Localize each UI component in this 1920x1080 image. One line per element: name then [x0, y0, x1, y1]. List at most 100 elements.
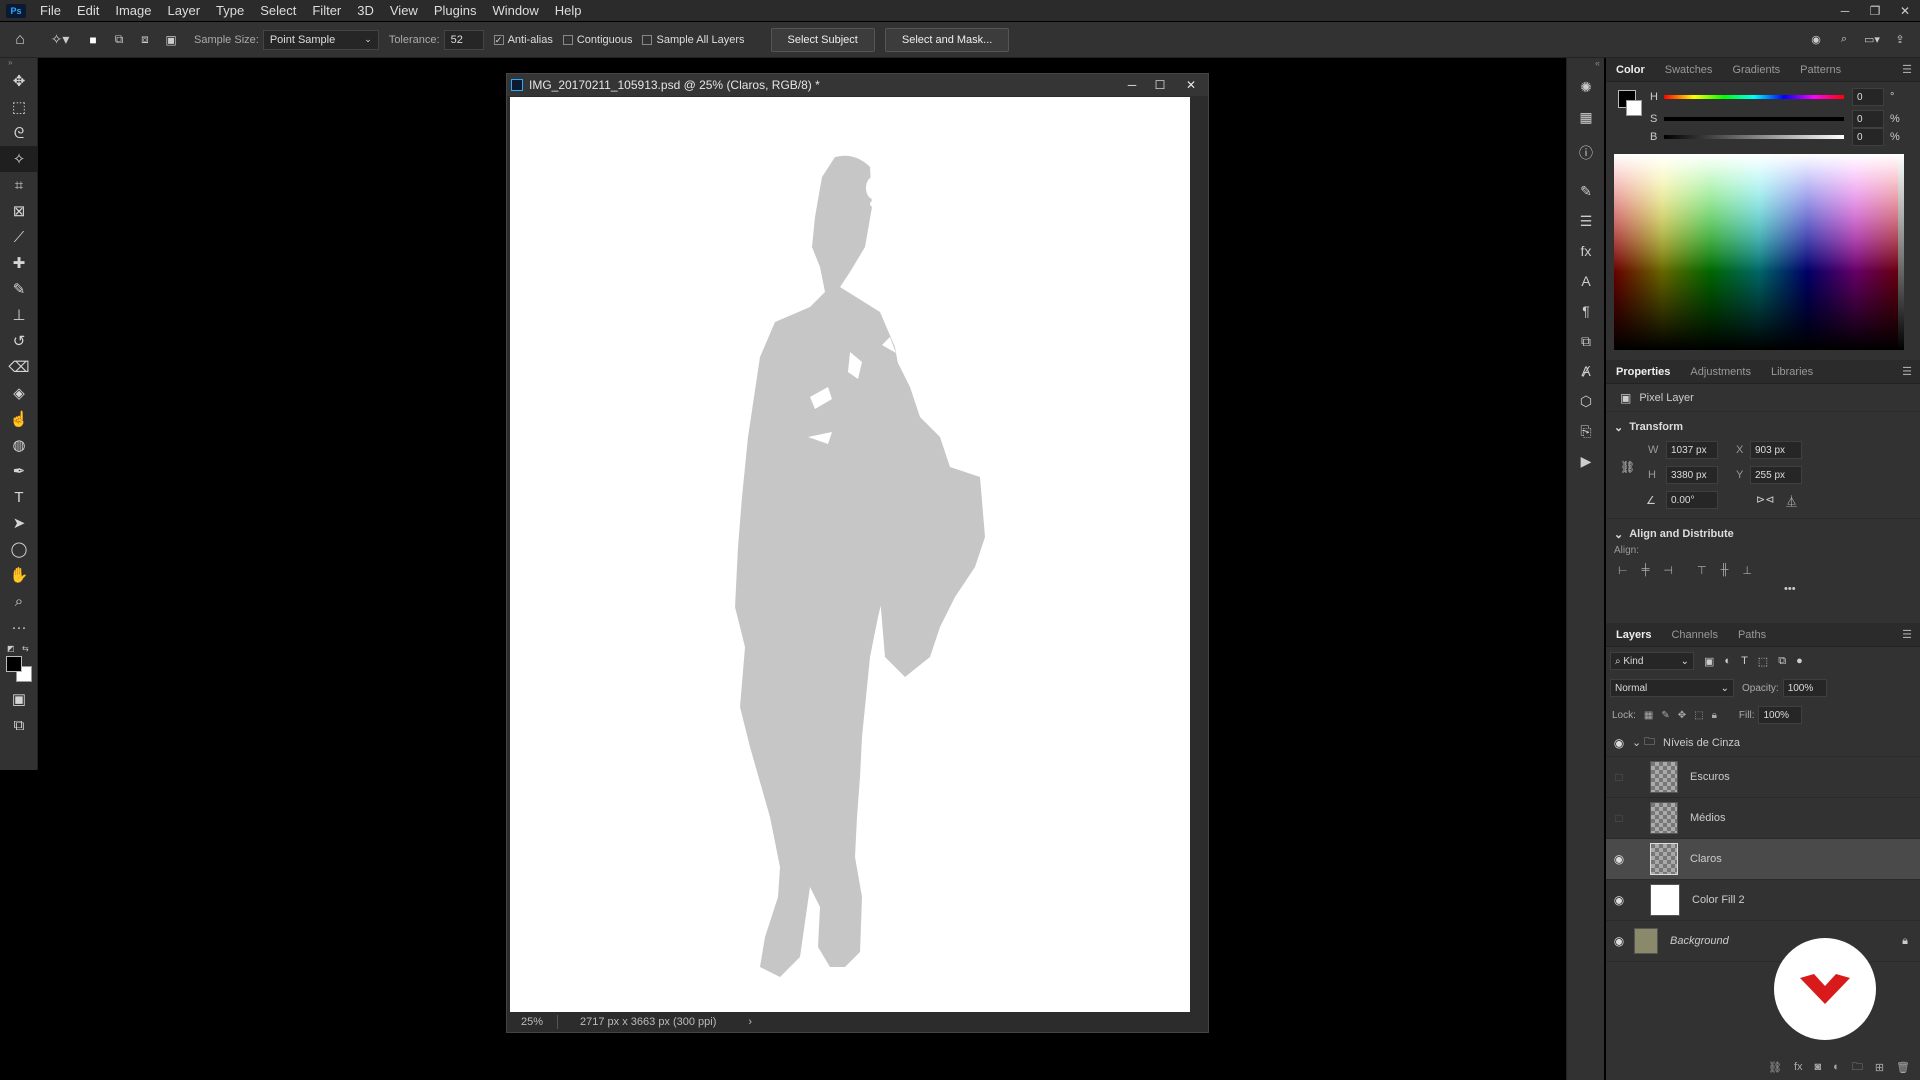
filter-adjustment-icon[interactable]: ◐	[1724, 655, 1731, 667]
menu-file[interactable]: File	[32, 3, 69, 18]
lock-pixels-icon[interactable]: ✎	[1661, 710, 1669, 721]
adjustment-layer-icon[interactable]: ◐	[1833, 1061, 1840, 1073]
frame-tool-icon[interactable]: ⊠	[0, 198, 38, 224]
sample-all-layers-checkbox[interactable]: Sample All Layers	[642, 34, 745, 46]
tolerance-input[interactable]: 52	[443, 29, 484, 50]
lock-position-icon[interactable]: ✥	[1678, 710, 1686, 721]
filter-toggle-icon[interactable]: ●	[1796, 655, 1803, 667]
info-panel-icon[interactable]: ⓘ	[1567, 138, 1605, 168]
link-layers-icon[interactable]: ⛓	[1768, 1061, 1782, 1074]
add-selection-icon[interactable]: ⧉	[106, 32, 132, 47]
tab-paths[interactable]: Paths	[1728, 629, 1776, 641]
tab-color[interactable]: Color	[1606, 64, 1655, 76]
visibility-eye-icon[interactable]: ◉	[1606, 736, 1632, 750]
menu-layer[interactable]: Layer	[160, 3, 209, 18]
lock-all-icon[interactable]: 🔒︎	[1712, 710, 1717, 721]
color-spectrum[interactable]	[1614, 154, 1904, 350]
more-tools-icon[interactable]: ···	[0, 614, 38, 640]
select-and-mask-button[interactable]: Select and Mask...	[884, 27, 1010, 52]
search-icon[interactable]: ⌕	[1830, 33, 1858, 46]
x-input[interactable]: 903 px	[1750, 441, 1802, 459]
contiguous-checkbox[interactable]: Contiguous	[562, 34, 632, 46]
add-mask-icon[interactable]: ◙	[1815, 1061, 1822, 1073]
magic-wand-preset-icon[interactable]: ✧▾	[40, 31, 80, 48]
fill-input[interactable]: 100%	[1758, 706, 1803, 724]
share-icon[interactable]: ⇪	[1886, 33, 1914, 46]
ellipse-tool-icon[interactable]: ◯	[0, 536, 38, 562]
brush-tool-icon[interactable]: ✎	[0, 276, 38, 302]
share-user-icon[interactable]: ◉	[1802, 33, 1830, 46]
filter-smart-object-icon[interactable]: ⧉	[1778, 655, 1786, 668]
actions-play-icon[interactable]: ▶	[1567, 446, 1605, 476]
menu-select[interactable]: Select	[252, 3, 304, 18]
align-section[interactable]: ⌄ Align and Distribute	[1606, 523, 1920, 545]
eyedropper-tool-icon[interactable]: ⟋	[0, 224, 38, 250]
canvas[interactable]	[510, 97, 1190, 1013]
height-input[interactable]: 3380 px	[1666, 466, 1718, 484]
visibility-off-icon[interactable]: □	[1606, 811, 1632, 825]
document-info[interactable]: 2717 px x 3663 px (300 ppi)	[558, 1016, 738, 1028]
lasso-tool-icon[interactable]: ᘓ	[0, 120, 38, 146]
chevron-right-icon[interactable]: ›	[748, 1016, 752, 1028]
new-group-icon[interactable]: 🗀	[1852, 1058, 1863, 1077]
panel-menu-icon[interactable]: ☰	[1892, 63, 1920, 76]
home-icon[interactable]: ⌂	[0, 31, 40, 49]
new-layer-icon[interactable]: ⊞	[1875, 1061, 1884, 1074]
magic-wand-tool-icon[interactable]: ✧	[0, 146, 38, 172]
pen-tool-icon[interactable]: ✒	[0, 458, 38, 484]
filter-type-icon[interactable]: T	[1741, 655, 1748, 667]
y-input[interactable]: 255 px	[1750, 466, 1802, 484]
menu-window[interactable]: Window	[484, 3, 546, 18]
close-icon[interactable]: ✕	[1174, 78, 1208, 92]
visibility-eye-icon[interactable]: ◉	[1606, 893, 1632, 907]
s-input[interactable]: 0	[1852, 110, 1884, 128]
collapse-icon[interactable]: »	[0, 58, 37, 68]
menu-type[interactable]: Type	[208, 3, 252, 18]
type-tool-icon[interactable]: T	[0, 484, 38, 510]
collapse-icon[interactable]: «	[1567, 58, 1604, 72]
layer-row[interactable]: ◉ Color Fill 2	[1606, 880, 1920, 921]
menu-3d[interactable]: 3D	[349, 3, 382, 18]
layer-row[interactable]: □ Médios	[1606, 798, 1920, 839]
layer-row[interactable]: □ Escuros	[1606, 757, 1920, 798]
history-brush-tool-icon[interactable]: ↺	[0, 328, 38, 354]
layer-row-selected[interactable]: ◉ Claros	[1606, 839, 1920, 880]
menu-image[interactable]: Image	[107, 3, 159, 18]
crop-tool-icon[interactable]: ⌗	[0, 172, 38, 198]
zoom-level[interactable]: 25%	[507, 1016, 557, 1028]
h-input[interactable]: 0	[1852, 88, 1884, 106]
zoom-tool-icon[interactable]: ⌕	[0, 588, 38, 614]
menu-edit[interactable]: Edit	[69, 3, 107, 18]
eraser-tool-icon[interactable]: ⌫	[0, 354, 38, 380]
tab-properties[interactable]: Properties	[1606, 366, 1680, 378]
tab-gradients[interactable]: Gradients	[1722, 64, 1790, 76]
hue-slider[interactable]	[1664, 95, 1844, 99]
tab-patterns[interactable]: Patterns	[1790, 64, 1851, 76]
new-selection-icon[interactable]: ■	[80, 33, 106, 47]
flip-horizontal-icon[interactable]: ⊳⊲	[1756, 493, 1774, 506]
align-right-icon[interactable]: ⊣	[1663, 564, 1673, 577]
layer-filter-dropdown[interactable]: ⌕ Kind ⌄	[1610, 652, 1694, 670]
visibility-eye-icon[interactable]: ◉	[1606, 934, 1632, 948]
visibility-eye-icon[interactable]: ◉	[1606, 852, 1632, 866]
paint-bucket-tool-icon[interactable]: ◈	[0, 380, 38, 406]
tab-channels[interactable]: Channels	[1661, 629, 1727, 641]
lock-transparent-icon[interactable]: ▦	[1644, 710, 1653, 721]
menu-help[interactable]: Help	[547, 3, 590, 18]
anti-alias-checkbox[interactable]: ✓ Anti-alias	[493, 34, 553, 46]
layer-group-row[interactable]: ◉ ⌄ 🗀 Níveis de Cinza	[1606, 729, 1920, 757]
panel-menu-icon[interactable]: ☰	[1892, 365, 1920, 378]
more-options-icon[interactable]: •••	[1606, 583, 1920, 595]
maximize-icon[interactable]: ☐	[1146, 78, 1174, 92]
tab-layers[interactable]: Layers	[1606, 629, 1661, 641]
width-input[interactable]: 1037 px	[1666, 441, 1718, 459]
gray-ramp[interactable]	[1898, 154, 1904, 350]
align-left-icon[interactable]: ⊢	[1618, 564, 1628, 577]
swatches-panel-icon[interactable]: ▦	[1567, 102, 1605, 132]
align-middle-v-icon[interactable]: ╫	[1721, 564, 1729, 577]
screen-mode-icon[interactable]: ⧉	[0, 712, 38, 738]
stamp-tool-icon[interactable]: ⊥	[0, 302, 38, 328]
layer-row[interactable]: ◉ Background 🔒︎	[1606, 921, 1920, 962]
tab-swatches[interactable]: Swatches	[1655, 64, 1723, 76]
restore-icon[interactable]: ❐	[1860, 4, 1890, 18]
